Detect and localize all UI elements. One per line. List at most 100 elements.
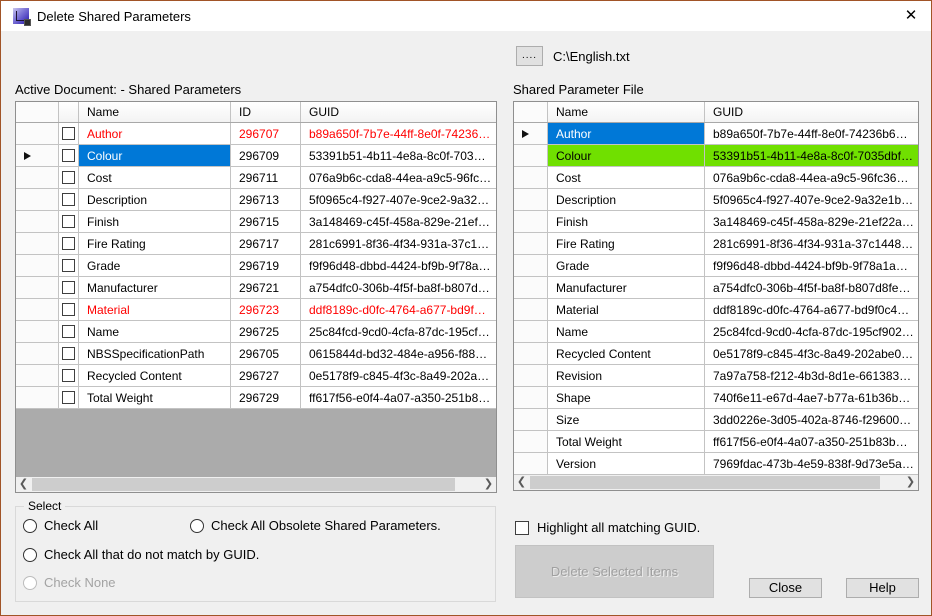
guid-cell[interactable]: 281c6991-8f36-4f34-931a-37c14484ee7d bbox=[705, 233, 918, 255]
table-row[interactable]: Fire Rating 296717 281c6991-8f36-4f34-931a… bbox=[16, 233, 496, 255]
name-cell[interactable]: Grade bbox=[79, 255, 231, 277]
name-cell[interactable]: Version bbox=[548, 453, 705, 475]
row-header-cell[interactable] bbox=[16, 365, 59, 387]
name-cell[interactable]: Manufacturer bbox=[79, 277, 231, 299]
guid-cell[interactable]: 5f0965c4-f927-407e-9ce2-9a32e1b983d5 bbox=[301, 189, 496, 211]
name-cell[interactable]: Name bbox=[548, 321, 705, 343]
scrollbar-thumb[interactable] bbox=[530, 476, 880, 489]
checkbox-cell[interactable] bbox=[59, 365, 79, 387]
table-row[interactable]: Name 25c84fcd-9cd0-4cfa-87dc-195cf9029c30 bbox=[514, 321, 918, 343]
checkbox-cell[interactable] bbox=[59, 343, 79, 365]
row-header-cell[interactable] bbox=[16, 255, 59, 277]
checkbox-cell[interactable] bbox=[59, 123, 79, 145]
table-row[interactable]: Recycled Content 296727 0e5178f9-c845-4f3c… bbox=[16, 365, 496, 387]
row-checkbox[interactable] bbox=[62, 237, 75, 250]
table-row[interactable]: Cost 076a9b6c-cda8-44ea-a9c5-96fc3614bc28 bbox=[514, 167, 918, 189]
id-cell[interactable]: 296727 bbox=[231, 365, 301, 387]
radio-check-all[interactable]: Check All bbox=[23, 518, 98, 533]
guid-cell[interactable]: b89a650f-7b7e-44ff-8e0f-74236b609694 bbox=[301, 123, 496, 145]
checkbox-cell[interactable] bbox=[59, 299, 79, 321]
guid-cell[interactable]: 53391b51-4b11-4e8a-8c0f-7035dbf454f5 bbox=[705, 145, 918, 167]
name-cell[interactable]: Description bbox=[79, 189, 231, 211]
table-row[interactable]: Author b89a650f-7b7e-44ff-8e0f-74236b6096… bbox=[514, 123, 918, 145]
checkbox-cell[interactable] bbox=[59, 387, 79, 409]
row-header-cell[interactable] bbox=[16, 343, 59, 365]
scroll-left-icon[interactable]: ❮ bbox=[514, 475, 529, 490]
close-icon[interactable]: ✕ bbox=[901, 7, 921, 25]
row-checkbox[interactable] bbox=[62, 281, 75, 294]
row-checkbox[interactable] bbox=[62, 391, 75, 404]
guid-cell[interactable]: a754dfc0-306b-4f5f-ba8f-b807d8fed5f6 bbox=[705, 277, 918, 299]
table-row[interactable]: Total Weight ff617f56-e0f4-4a07-a350-251b… bbox=[514, 431, 918, 453]
id-cell[interactable]: 296725 bbox=[231, 321, 301, 343]
table-row[interactable]: Grade 296719 f9f96d48-dbbd-4424-bf9b-9f78a… bbox=[16, 255, 496, 277]
guid-cell[interactable]: ddf8189c-d0fc-4764-a677-bd9f0c4d6a2d bbox=[301, 299, 496, 321]
name-cell[interactable]: Cost bbox=[79, 167, 231, 189]
name-cell[interactable]: NBSSpecificationPath bbox=[79, 343, 231, 365]
name-cell[interactable]: Fire Rating bbox=[79, 233, 231, 255]
id-cell[interactable]: 296707 bbox=[231, 123, 301, 145]
table-row[interactable]: Material 296723 ddf8189c-d0fc-4764-a677-bd… bbox=[16, 299, 496, 321]
row-header-cell[interactable] bbox=[16, 145, 59, 167]
row-header-cell[interactable] bbox=[16, 167, 59, 189]
guid-cell[interactable]: f9f96d48-dbbd-4424-bf9b-9f78a1aed5d0 bbox=[301, 255, 496, 277]
guid-cell[interactable]: a754dfc0-306b-4f5f-ba8f-b807d8fed5f6 bbox=[301, 277, 496, 299]
guid-cell[interactable]: 7a97a758-f212-4b3d-8d1e-661383c79e4d bbox=[705, 365, 918, 387]
id-cell[interactable]: 296705 bbox=[231, 343, 301, 365]
checkbox-cell[interactable] bbox=[59, 189, 79, 211]
id-cell[interactable]: 296719 bbox=[231, 255, 301, 277]
checkbox-cell[interactable] bbox=[59, 211, 79, 233]
row-header-cell[interactable] bbox=[514, 255, 548, 277]
id-cell[interactable]: 296723 bbox=[231, 299, 301, 321]
file-grid-horizontal-scrollbar[interactable]: ❮ ❯ bbox=[514, 475, 918, 490]
table-row[interactable]: Size 3dd0226e-3d05-402a-8746-f296002671e6 bbox=[514, 409, 918, 431]
guid-cell[interactable]: f9f96d48-dbbd-4424-bf9b-9f78a1aed5d0 bbox=[705, 255, 918, 277]
name-cell[interactable]: Material bbox=[79, 299, 231, 321]
row-checkbox[interactable] bbox=[62, 347, 75, 360]
row-header-cell[interactable] bbox=[514, 123, 548, 145]
active-document-grid[interactable]: Name ID GUID Author 296707 b89a650f-7b7e-4… bbox=[15, 101, 497, 493]
name-cell[interactable]: Colour bbox=[79, 145, 231, 167]
name-cell[interactable]: Name bbox=[79, 321, 231, 343]
table-row[interactable]: Grade f9f96d48-dbbd-4424-bf9b-9f78a1aed5d… bbox=[514, 255, 918, 277]
name-cell[interactable]: Material bbox=[548, 299, 705, 321]
row-header-cell[interactable] bbox=[514, 299, 548, 321]
row-header-cell[interactable] bbox=[514, 409, 548, 431]
row-header-cell[interactable] bbox=[514, 365, 548, 387]
name-cell[interactable]: Author bbox=[79, 123, 231, 145]
table-row[interactable]: NBSSpecificationPath 296705 0615844d-bd32-… bbox=[16, 343, 496, 365]
guid-cell[interactable]: 076a9b6c-cda8-44ea-a9c5-96fc3614bc28 bbox=[705, 167, 918, 189]
row-checkbox[interactable] bbox=[62, 149, 75, 162]
table-row[interactable]: Cost 296711 076a9b6c-cda8-44ea-a9c5-96fc36… bbox=[16, 167, 496, 189]
guid-cell[interactable]: ddf8189c-d0fc-4764-a677-bd9f0c4d6a2d bbox=[705, 299, 918, 321]
id-cell[interactable]: 296729 bbox=[231, 387, 301, 409]
row-checkbox[interactable] bbox=[62, 127, 75, 140]
name-cell[interactable]: Fire Rating bbox=[548, 233, 705, 255]
active-grid-horizontal-scrollbar[interactable]: ❮ ❯ bbox=[16, 477, 496, 492]
guid-cell[interactable]: 25c84fcd-9cd0-4cfa-87dc-195cf9029c30 bbox=[705, 321, 918, 343]
checkbox-cell[interactable] bbox=[59, 321, 79, 343]
row-header-cell[interactable] bbox=[16, 123, 59, 145]
guid-cell[interactable]: 0e5178f9-c845-4f3c-8a49-202abe06f6b7 bbox=[705, 343, 918, 365]
row-header-cell[interactable] bbox=[514, 343, 548, 365]
id-cell[interactable]: 296713 bbox=[231, 189, 301, 211]
table-row[interactable]: Revision 7a97a758-f212-4b3d-8d1e-661383c7… bbox=[514, 365, 918, 387]
row-header-cell[interactable] bbox=[16, 233, 59, 255]
row-checkbox[interactable] bbox=[62, 369, 75, 382]
id-cell[interactable]: 296717 bbox=[231, 233, 301, 255]
close-button[interactable]: Close bbox=[749, 578, 822, 598]
name-cell[interactable]: Total Weight bbox=[79, 387, 231, 409]
name-cell[interactable]: Grade bbox=[548, 255, 705, 277]
row-header-cell[interactable] bbox=[514, 453, 548, 475]
name-column-header[interactable]: Name bbox=[79, 102, 231, 122]
row-checkbox[interactable] bbox=[62, 325, 75, 338]
row-header-cell[interactable] bbox=[514, 277, 548, 299]
name-cell[interactable]: Shape bbox=[548, 387, 705, 409]
table-row[interactable]: Fire Rating 281c6991-8f36-4f34-931a-37c14… bbox=[514, 233, 918, 255]
id-cell[interactable]: 296711 bbox=[231, 167, 301, 189]
checkbox-cell[interactable] bbox=[59, 233, 79, 255]
row-header-cell[interactable] bbox=[514, 387, 548, 409]
row-header-cell[interactable] bbox=[514, 145, 548, 167]
guid-column-header[interactable]: GUID bbox=[705, 102, 918, 122]
row-header-cell[interactable] bbox=[514, 167, 548, 189]
